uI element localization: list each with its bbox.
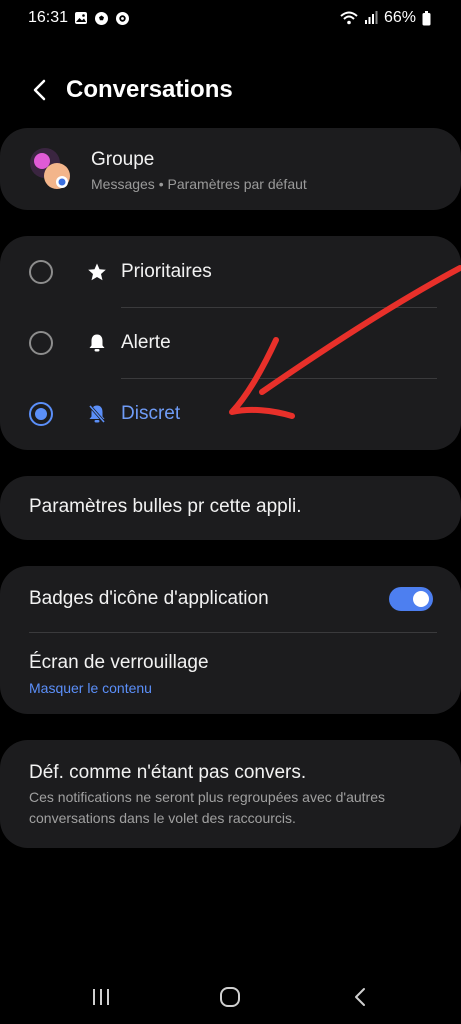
- back-button[interactable]: [26, 76, 54, 104]
- not-conversation-description: Ces notifications ne seront plus regroup…: [29, 789, 385, 826]
- status-bar: 16:31 66%: [0, 0, 461, 36]
- navigation-bar: [0, 970, 461, 1024]
- lock-screen-row[interactable]: Écran de verrouillage Masquer le contenu: [0, 632, 461, 714]
- priority-options-card: Prioritaires Alerte Discret: [0, 236, 461, 450]
- chevron-left-icon: [33, 79, 46, 101]
- shield-icon: [115, 11, 130, 26]
- bubbles-label: Paramètres bulles pr cette appli.: [29, 496, 302, 517]
- option-label: Alerte: [121, 331, 171, 353]
- option-label: Prioritaires: [121, 260, 212, 282]
- option-label: Discret: [121, 402, 181, 424]
- badges-label: Badges d'icône d'application: [29, 588, 269, 609]
- status-time: 16:31: [28, 9, 69, 26]
- option-prioritaires[interactable]: Prioritaires: [0, 236, 461, 307]
- recents-button[interactable]: [88, 984, 114, 1010]
- nav-back-button[interactable]: [347, 984, 373, 1010]
- radio-discret[interactable]: [29, 401, 53, 426]
- toggle-knob: [413, 591, 429, 607]
- lock-screen-value: Masquer le contenu: [29, 680, 152, 696]
- group-card[interactable]: [0, 128, 461, 210]
- group-avatar-icon: [30, 148, 70, 189]
- bell-off-icon: [86, 403, 108, 425]
- gallery-icon: [74, 11, 88, 25]
- not-conversation-label: Déf. comme n'étant pas convers.: [29, 762, 307, 783]
- back-icon: [355, 988, 365, 1006]
- badges-toggle[interactable]: [389, 587, 433, 611]
- star-icon: [86, 261, 108, 283]
- app-bar: Conversations: [0, 66, 461, 114]
- signal-icon: [364, 11, 378, 25]
- battery-icon: [422, 10, 431, 26]
- not-conversation-row[interactable]: Déf. comme n'étant pas convers. Ces noti…: [0, 740, 461, 848]
- battery-percent: 66%: [383, 9, 416, 26]
- radio-alerte[interactable]: [29, 330, 53, 355]
- home-icon: [220, 987, 240, 1007]
- home-button[interactable]: [217, 984, 243, 1010]
- radio-prioritaires[interactable]: [29, 259, 53, 284]
- avatar: [28, 146, 74, 192]
- wifi-icon: [340, 11, 358, 25]
- bell-icon: [86, 332, 108, 354]
- group-subtitle: Messages • Paramètres par défaut: [91, 176, 307, 192]
- option-alerte[interactable]: Alerte: [0, 307, 461, 378]
- recents-icon: [93, 989, 109, 1005]
- group-name: Groupe: [91, 149, 155, 170]
- soccer-ball-icon: [94, 11, 109, 26]
- lock-screen-label: Écran de verrouillage: [29, 652, 209, 673]
- option-discret[interactable]: Discret: [0, 378, 461, 449]
- bubbles-settings-row[interactable]: Paramètres bulles pr cette appli.: [0, 476, 461, 540]
- page-title: Conversations: [66, 76, 233, 103]
- settings-card: Badges d'icône d'application Écran de ve…: [0, 566, 461, 714]
